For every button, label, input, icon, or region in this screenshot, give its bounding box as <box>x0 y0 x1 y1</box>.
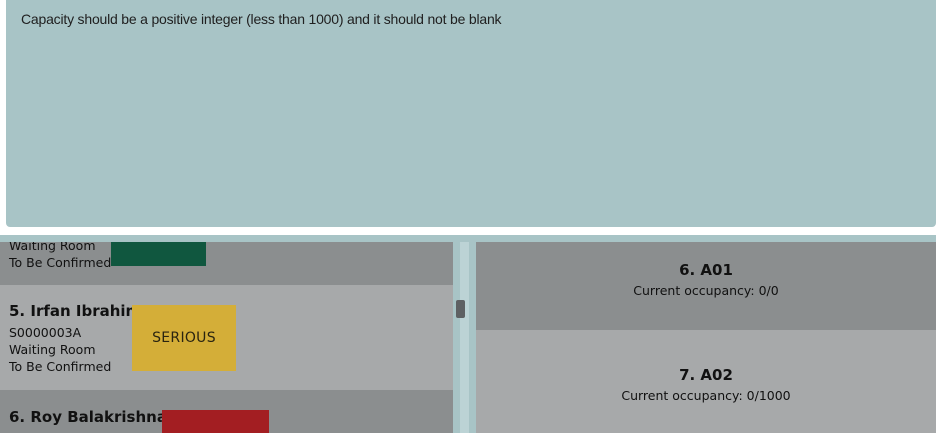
scrollbar-track[interactable] <box>460 242 469 433</box>
patient-status: To Be Confirmed <box>9 255 112 270</box>
scrollbar-thumb[interactable] <box>456 300 465 318</box>
patient-card[interactable]: 6. Roy Balakrishnan <box>0 390 453 433</box>
split-pane-divider[interactable] <box>0 235 936 242</box>
patient-status: To Be Confirmed <box>9 359 112 374</box>
patient-name: 5. Irfan Ibrahim <box>9 302 142 320</box>
room-card[interactable]: 7. A02 Current occupancy: 0/1000 <box>476 330 936 433</box>
patient-list-scrollbar[interactable] <box>453 242 476 433</box>
patient-name: 6. Roy Balakrishnan <box>9 408 178 426</box>
divider <box>0 227 936 235</box>
patient-card[interactable]: 5. Irfan Ibrahim S0000003A Waiting Room … <box>0 285 453 390</box>
room-occupancy: Current occupancy: 0/1000 <box>621 388 791 403</box>
patient-location: Waiting Room <box>9 242 96 253</box>
priority-tag <box>111 242 206 266</box>
patient-card[interactable]: Waiting Room To Be Confirmed <box>0 242 453 285</box>
patient-list: Waiting Room To Be Confirmed 5. Irfan Ib… <box>0 242 453 433</box>
patient-id: S0000003A <box>9 325 82 340</box>
room-card[interactable]: 6. A01 Current occupancy: 0/0 <box>476 242 936 330</box>
result-message: Capacity should be a positive integer (l… <box>21 11 502 27</box>
patient-location: Waiting Room <box>9 342 96 357</box>
room-occupancy: Current occupancy: 0/0 <box>633 283 779 298</box>
room-name: 6. A01 <box>679 261 733 279</box>
result-display: Capacity should be a positive integer (l… <box>6 0 936 227</box>
priority-tag <box>162 410 269 433</box>
room-list: 6. A01 Current occupancy: 0/0 7. A02 Cur… <box>476 242 936 433</box>
room-name: 7. A02 <box>679 366 733 384</box>
priority-tag: SERIOUS <box>132 305 236 371</box>
